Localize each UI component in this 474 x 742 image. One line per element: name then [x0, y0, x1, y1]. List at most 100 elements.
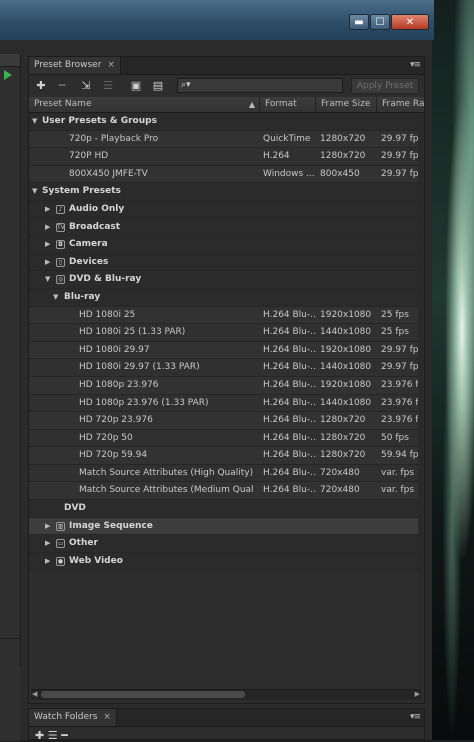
preset-row[interactable]: 720p - Playback Pro QuickTime 1280x720 29.9… [29, 130, 419, 149]
expand-arrow-icon[interactable]: ▶ [45, 219, 50, 236]
expand-arrow-icon[interactable]: ▶ [45, 553, 50, 570]
tab-label: Preset Browser [34, 60, 102, 70]
panel-menu-icon[interactable]: ▾≡ [410, 712, 421, 722]
preset-row[interactable]: Match Source Attributes (Medium Quality)… [29, 482, 419, 501]
preset-group-row[interactable]: ▶ ▥ Image Sequence [29, 517, 419, 536]
preset-group-row[interactable]: ▶ ▯ Devices [29, 253, 419, 272]
preset-frame-rate: var. fps [381, 467, 415, 478]
start-queue-icon[interactable] [4, 70, 12, 80]
import-preset-icon[interactable]: ⇲ [79, 79, 93, 93]
group-name: Web Video [69, 555, 123, 566]
expand-arrow-icon[interactable]: ▶ [45, 518, 50, 535]
close-tab-icon[interactable]: × [103, 712, 111, 722]
watch-folders-panel: Watch Folders × ▾≡ ✚ ☰ ━ [28, 708, 425, 742]
collapse-arrow-icon[interactable]: ▼ [45, 271, 50, 288]
preset-name: HD 1080i 25 (1.33 PAR) [79, 327, 186, 338]
column-header-frame-size[interactable]: Frame Size [316, 97, 377, 112]
group-name: Other [69, 538, 98, 549]
preset-frame-rate: 59.94 fps [381, 450, 419, 461]
preset-row[interactable]: HD 1080p 23.976 (1.33 PAR) H.264 Blu-... 1… [29, 394, 419, 413]
preset-group-row[interactable]: ▶ ▭ Other [29, 535, 419, 553]
new-preset-icon[interactable]: ✚ [34, 79, 48, 93]
preset-format: H.264 Blu-... [263, 309, 317, 320]
export-preset-icon[interactable]: ▤ [151, 79, 165, 93]
scrollbar-thumb[interactable] [41, 691, 245, 698]
preset-group-row[interactable]: ▶ TV Broadcast [29, 218, 419, 237]
preset-group-row[interactable]: ▼ System Presets [29, 183, 419, 201]
column-header-preset-name[interactable]: Preset Name ▲ [29, 97, 260, 112]
maximize-button[interactable]: ☐ [370, 14, 390, 30]
preset-group-row[interactable]: DVD [29, 500, 419, 518]
preset-group-row[interactable]: ▼ Blu-ray [29, 288, 419, 307]
watch-folder-tools[interactable]: ✚ ☰ ━ [35, 729, 68, 742]
preset-name: HD 1080p 23.976 (1.33 PAR) [79, 397, 209, 408]
tab-watch-folders[interactable]: Watch Folders × [29, 709, 117, 726]
collapse-arrow-icon[interactable]: ▼ [32, 183, 37, 200]
preset-frame-size: 720x480 [320, 485, 360, 496]
preset-row[interactable]: Match Source Attributes (High Quality) H.… [29, 464, 419, 483]
tv-icon: TV [56, 222, 65, 232]
camera-icon: ◘ [56, 240, 65, 250]
preset-frame-rate: 29.97 fps [381, 344, 419, 355]
preset-format: H.264 Blu-... [263, 432, 317, 443]
horizontal-scrollbar[interactable]: ◀ ▶ [31, 689, 421, 700]
preset-frame-rate: 29.97 fps [381, 168, 419, 179]
minimize-button[interactable]: ▬ [349, 14, 369, 30]
preset-name: Match Source Attributes (High Quality) [79, 467, 254, 478]
collapse-arrow-icon[interactable]: ▼ [32, 113, 37, 130]
column-header-row: Preset Name ▲ Format Frame Size Frame Ra… [29, 97, 424, 113]
preset-row[interactable]: HD 1080i 25 H.264 Blu-... 1920x1080 25 fps [29, 306, 419, 325]
collapse-arrow-icon[interactable]: ▼ [53, 289, 58, 306]
preset-name: Match Source Attributes (Medium Quality) [79, 485, 254, 496]
apply-preset-button[interactable]: Apply Preset [351, 78, 419, 94]
preset-row[interactable]: 720P HD H.264 1280x720 29.97 fps [29, 148, 419, 166]
sort-ascending-icon: ▲ [248, 100, 255, 109]
preset-tree: ▼ User Presets & Groups 720p - Playback Pr… [29, 113, 419, 685]
expand-arrow-icon[interactable]: ▶ [45, 535, 50, 552]
close-tab-icon[interactable]: × [107, 60, 115, 70]
preset-format: H.264 Blu-... [263, 362, 317, 373]
preset-row[interactable]: HD 1080i 29.97 H.264 Blu-... 1920x1080 29.9… [29, 341, 419, 360]
desktop-background [432, 0, 474, 740]
encoding-panel-edge [0, 638, 20, 741]
preset-format: H.264 Blu-... [263, 344, 317, 355]
preset-format: H.264 Blu-... [263, 485, 317, 496]
preset-row[interactable]: HD 720p 50 H.264 Blu-... 1280x720 50 fps [29, 429, 419, 448]
expand-arrow-icon[interactable]: ▶ [45, 201, 50, 218]
preset-row[interactable]: 800X450 JMFE-TV Windows ... 800x450 29.97 f… [29, 165, 419, 184]
preset-group-row[interactable]: ▼ ◎ DVD & Blu-ray [29, 271, 419, 289]
panel-menu-icon[interactable]: ▾≡ [410, 60, 421, 70]
tab-preset-browser[interactable]: Preset Browser × [29, 57, 121, 74]
preset-group-row[interactable]: ▶ ◘ Camera [29, 236, 419, 254]
column-header-format[interactable]: Format [260, 97, 316, 112]
preset-frame-rate: 50 fps [381, 432, 409, 443]
disc-icon: ◎ [56, 275, 65, 285]
close-button[interactable]: ✕ [391, 14, 429, 30]
tab-label: Watch Folders [34, 712, 98, 722]
new-group-icon[interactable]: ▣ [129, 79, 143, 93]
preset-search-input[interactable]: ⌕▾ [177, 78, 343, 93]
preset-row[interactable]: HD 1080p 23.976 H.264 Blu-... 1920x1080 23.… [29, 376, 419, 395]
scroll-right-icon[interactable]: ▶ [415, 690, 420, 698]
preset-format: H.264 [263, 151, 290, 162]
preset-frame-rate: 29.97 fps [381, 362, 419, 373]
preset-settings-icon[interactable]: ☰ [101, 79, 115, 93]
preset-group-row[interactable]: ▶ ♪ Audio Only [29, 200, 419, 219]
preset-frame-size: 1920x1080 [320, 379, 372, 390]
preset-row[interactable]: HD 1080i 29.97 (1.33 PAR) H.264 Blu-... 14… [29, 359, 419, 377]
group-name: DVD & Blu-ray [69, 274, 142, 285]
expand-arrow-icon[interactable]: ▶ [45, 254, 50, 271]
preset-browser-tabbar: Preset Browser × ▾≡ [29, 57, 424, 75]
column-header-frame-rate[interactable]: Frame Rat [377, 97, 424, 112]
preset-group-row[interactable]: ▼ User Presets & Groups [29, 113, 419, 131]
remove-preset-icon[interactable]: ━ [55, 79, 69, 93]
preset-row[interactable]: HD 720p 59.94 H.264 Blu-... 1280x720 59.94 … [29, 447, 419, 465]
expand-arrow-icon[interactable]: ▶ [45, 236, 50, 253]
preset-group-row[interactable]: ▶ ● Web Video [29, 552, 419, 571]
preset-row[interactable]: HD 1080i 25 (1.33 PAR) H.264 Blu-... 1440x… [29, 324, 419, 342]
scroll-left-icon[interactable]: ◀ [32, 690, 37, 698]
preset-frame-size: 1280x720 [320, 151, 366, 162]
vertical-scrollbar[interactable] [418, 113, 423, 685]
preset-row[interactable]: HD 720p 23.976 H.264 Blu-... 1280x720 23.97… [29, 412, 419, 430]
preset-format: H.264 Blu-... [263, 450, 317, 461]
